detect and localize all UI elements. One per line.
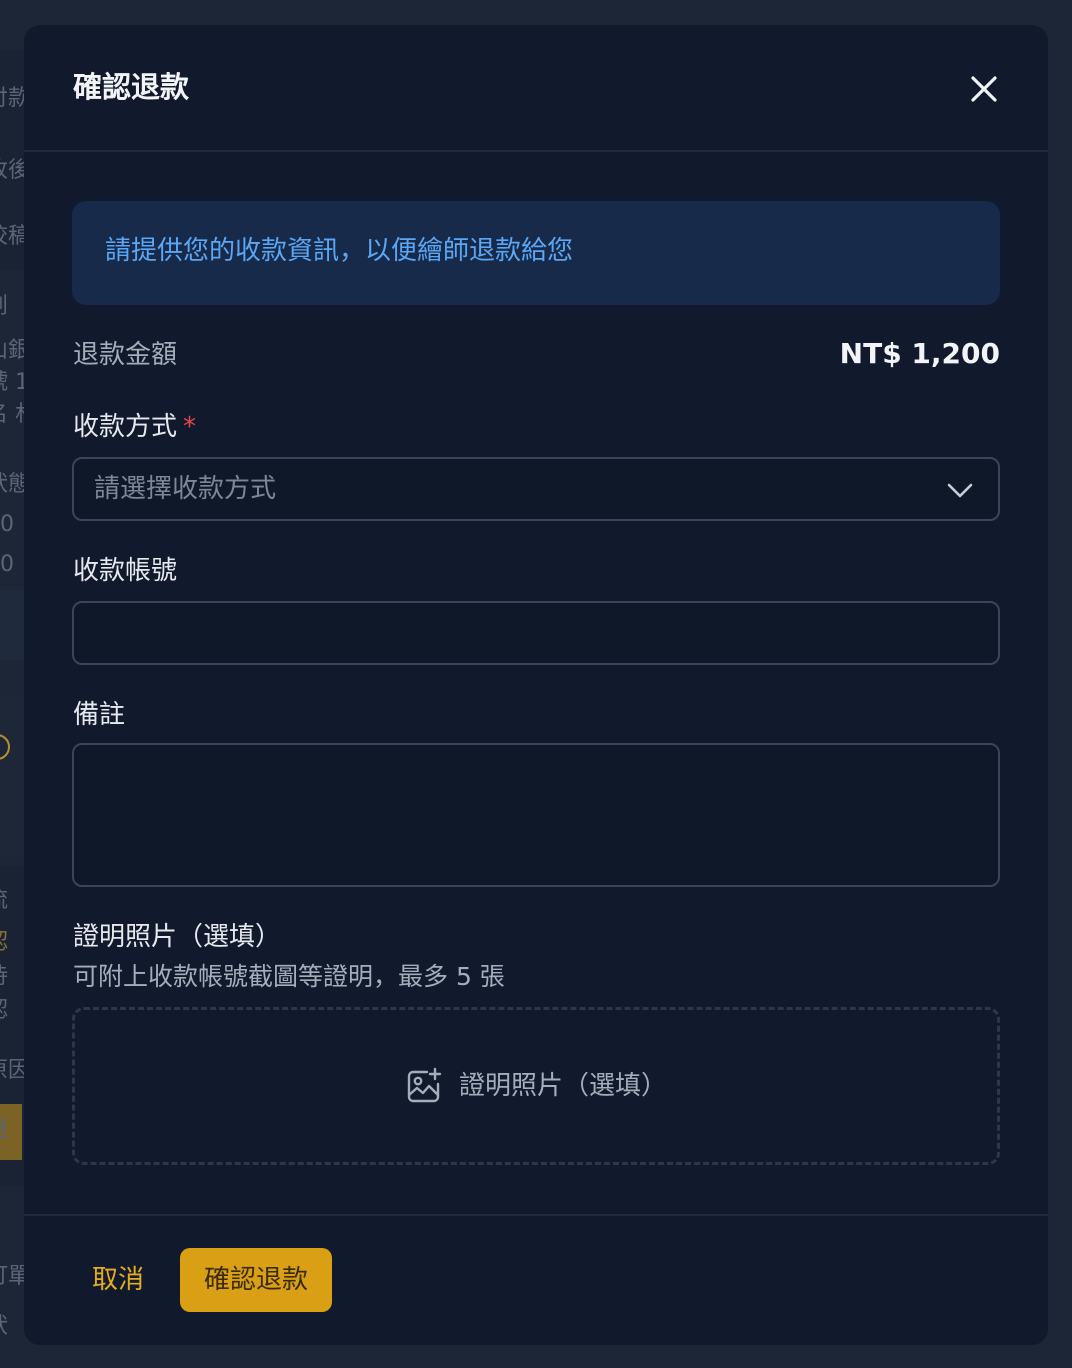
chevron-down-icon <box>947 483 973 498</box>
bg-text-snippet: 狀態 <box>0 472 24 497</box>
background-page: 付款收後校稿創山銀號 1名 林狀態4060流認待認原因退訂單狀 <box>0 0 24 1368</box>
account-input[interactable] <box>72 601 1000 665</box>
bg-card-block <box>0 696 24 856</box>
info-message: 請提供您的收款資訊，以便繪師退款給您 <box>105 236 574 266</box>
close-button[interactable] <box>964 69 1004 109</box>
confirm-refund-button[interactable]: 確認退款 <box>180 1248 332 1312</box>
payment-method-placeholder: 請選擇收款方式 <box>94 474 277 504</box>
bg-text-snippet: 60 <box>0 552 14 577</box>
upload-content: 證明照片（選填） <box>75 1010 997 1162</box>
payment-method-label: 收款方式 * <box>73 407 196 447</box>
bg-text-snippet: 退 <box>0 1120 8 1142</box>
bg-text-snippet: 狀 <box>0 1316 8 1338</box>
account-label: 收款帳號 <box>73 556 178 586</box>
image-add-icon <box>407 1067 442 1103</box>
close-icon <box>971 76 997 102</box>
photo-upload-dropzone[interactable]: 證明照片（選填） <box>72 1007 1000 1165</box>
bg-text-snippet: 創 <box>0 296 8 318</box>
bg-text-snippet: 名 林 <box>0 404 24 426</box>
bg-text-snippet: 40 <box>0 512 14 537</box>
proof-photos-label: 證明照片（選填） <box>73 922 282 952</box>
refund-amount-label: 退款金額 <box>73 340 178 370</box>
refund-confirm-dialog: 確認退款 請提供您的收款資訊，以便繪師退款給您 退款金額 NT$ 1,200 收… <box>24 25 1048 1345</box>
bg-text-snippet: 付款 <box>0 86 24 111</box>
note-label: 備註 <box>73 700 126 730</box>
required-mark: * <box>183 412 197 442</box>
bg-header-block <box>0 0 24 50</box>
dialog-title: 確認退款 <box>73 70 190 104</box>
refund-amount-value: NT$ 1,200 <box>839 337 1000 370</box>
bg-text-snippet: 原因 <box>0 1058 24 1083</box>
cancel-button[interactable]: 取消 <box>76 1248 160 1312</box>
bg-text-snippet: 認 <box>0 932 8 954</box>
bg-text-snippet: 訂單 <box>0 1264 24 1289</box>
dialog-header: 確認退款 <box>24 25 1048 152</box>
bg-text-snippet: 待 <box>0 966 8 988</box>
note-textarea[interactable] <box>72 743 1000 887</box>
bg-text-snippet: 流 <box>0 890 8 912</box>
bg-text-snippet: 收後 <box>0 158 24 183</box>
dialog-footer: 取消 確認退款 <box>24 1214 1048 1345</box>
info-banner: 請提供您的收款資訊，以便繪師退款給您 <box>72 201 1000 305</box>
bg-text-snippet: 校稿 <box>0 224 24 249</box>
upload-label: 證明照片（選填） <box>458 1071 667 1101</box>
payment-method-label-text: 收款方式 <box>73 412 178 442</box>
bg-text-snippet: 號 1 <box>0 370 24 395</box>
payment-method-select[interactable]: 請選擇收款方式 <box>72 457 1000 521</box>
bg-text-snippet: 山銀 <box>0 338 24 363</box>
proof-photos-hint: 可附上收款帳號截圖等證明，最多 5 張 <box>73 962 505 991</box>
bg-card-block <box>0 590 24 660</box>
bg-text-snippet: 認 <box>0 1000 8 1022</box>
